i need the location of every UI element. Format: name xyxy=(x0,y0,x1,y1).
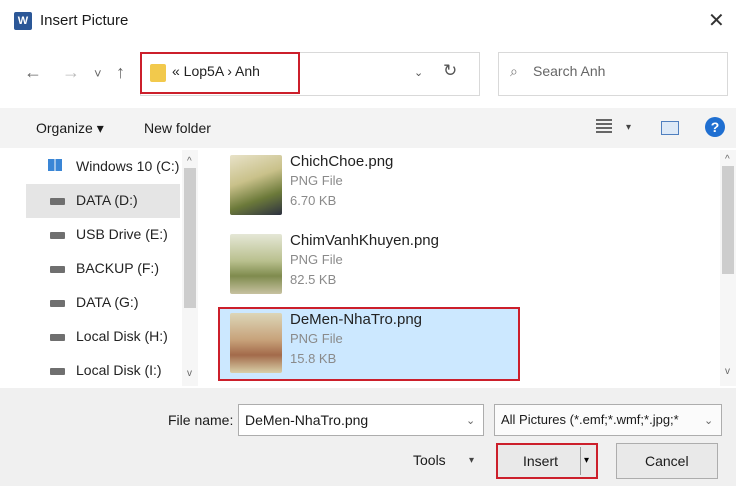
close-icon[interactable]: ✕ xyxy=(708,8,725,33)
file-name-value[interactable]: DeMen-NhaTro.png xyxy=(245,412,368,428)
refresh-icon[interactable]: ↻ xyxy=(443,61,457,81)
windows-drive-icon xyxy=(48,159,62,171)
chevron-down-icon[interactable]: ⌄ xyxy=(704,414,713,427)
scroll-up-icon[interactable]: ^ xyxy=(187,156,192,167)
file-name: ChichChoe.png xyxy=(290,153,394,170)
cancel-button-label: Cancel xyxy=(645,453,689,469)
file-item[interactable]: ChichChoe.png PNG File 6.70 KB xyxy=(220,149,518,223)
word-app-icon: W xyxy=(14,12,32,30)
nav-item-label: DATA (D:) xyxy=(76,192,138,208)
window-title: Insert Picture xyxy=(40,12,129,29)
recent-locations-icon[interactable]: ˅ xyxy=(94,66,102,81)
nav-item-local-h[interactable]: Local Disk (H:) xyxy=(26,320,180,354)
nav-item-label: Windows 10 (C:) xyxy=(76,158,180,174)
file-size: 82.5 KB xyxy=(290,272,337,287)
nav-item-windows-c[interactable]: Windows 10 (C:) xyxy=(26,150,180,184)
drive-icon xyxy=(50,232,65,239)
file-size: 6.70 KB xyxy=(290,193,337,208)
up-folder-icon[interactable]: ↑ xyxy=(116,62,125,83)
nav-item-backup-f[interactable]: BACKUP (F:) xyxy=(26,252,180,286)
chevron-down-icon[interactable]: ⌄ xyxy=(414,66,423,79)
tools-dropdown-icon[interactable]: ▾ xyxy=(469,455,474,466)
nav-item-label: Local Disk (H:) xyxy=(76,328,168,344)
file-type-value[interactable]: All Pictures (*.emf;*.wmf;*.jpg;* xyxy=(501,412,679,427)
drive-icon xyxy=(50,266,65,273)
drive-icon xyxy=(50,368,65,375)
chevron-down-icon[interactable]: ⌄ xyxy=(466,414,475,427)
nav-item-usb-e[interactable]: USB Drive (E:) xyxy=(26,218,180,252)
scroll-down-icon[interactable]: v xyxy=(187,368,192,379)
tools-button[interactable]: Tools xyxy=(413,452,446,468)
nav-scrollbar-thumb[interactable] xyxy=(184,168,196,308)
selected-file-highlight-box xyxy=(218,307,520,381)
nav-item-data-d[interactable]: DATA (D:) xyxy=(26,184,180,218)
scroll-down-icon[interactable]: v xyxy=(725,366,730,377)
drive-icon xyxy=(50,300,65,307)
file-name: ChimVanhKhuyen.png xyxy=(290,232,439,249)
drive-icon xyxy=(50,334,65,341)
forward-arrow-icon[interactable]: → xyxy=(62,62,80,83)
file-type: PNG File xyxy=(290,252,343,267)
insert-dropdown-icon[interactable]: ▾ xyxy=(584,455,589,466)
nav-item-local-i[interactable]: Local Disk (I:) xyxy=(26,354,180,388)
search-icon: ⌕ xyxy=(510,63,518,79)
drive-icon xyxy=(50,198,65,205)
view-options-icon[interactable] xyxy=(596,119,612,135)
organize-button[interactable]: Organize ▾ xyxy=(36,120,104,137)
nav-item-label: USB Drive (E:) xyxy=(76,226,168,242)
nav-item-data-g[interactable]: DATA (G:) xyxy=(26,286,180,320)
help-icon[interactable]: ? xyxy=(705,117,725,137)
nav-item-label: DATA (G:) xyxy=(76,294,139,310)
file-item[interactable]: ChimVanhKhuyen.png PNG File 82.5 KB xyxy=(220,228,518,302)
insert-button-label: Insert xyxy=(523,453,559,469)
scroll-up-icon[interactable]: ^ xyxy=(725,154,730,165)
nav-item-label: BACKUP (F:) xyxy=(76,260,159,276)
file-type: PNG File xyxy=(290,173,343,188)
preview-pane-icon[interactable] xyxy=(661,121,679,135)
view-dropdown-icon[interactable]: ▾ xyxy=(626,122,631,133)
file-thumbnail xyxy=(230,155,282,215)
file-list-scrollbar-thumb[interactable] xyxy=(722,166,734,274)
new-folder-button[interactable]: New folder xyxy=(144,120,211,136)
nav-item-label: Local Disk (I:) xyxy=(76,362,162,378)
address-highlight-box xyxy=(140,52,300,94)
back-arrow-icon[interactable]: ← xyxy=(24,62,42,83)
search-input[interactable]: Search Anh xyxy=(533,63,605,79)
file-name-label: File name: xyxy=(168,412,234,428)
file-thumbnail xyxy=(230,234,282,294)
